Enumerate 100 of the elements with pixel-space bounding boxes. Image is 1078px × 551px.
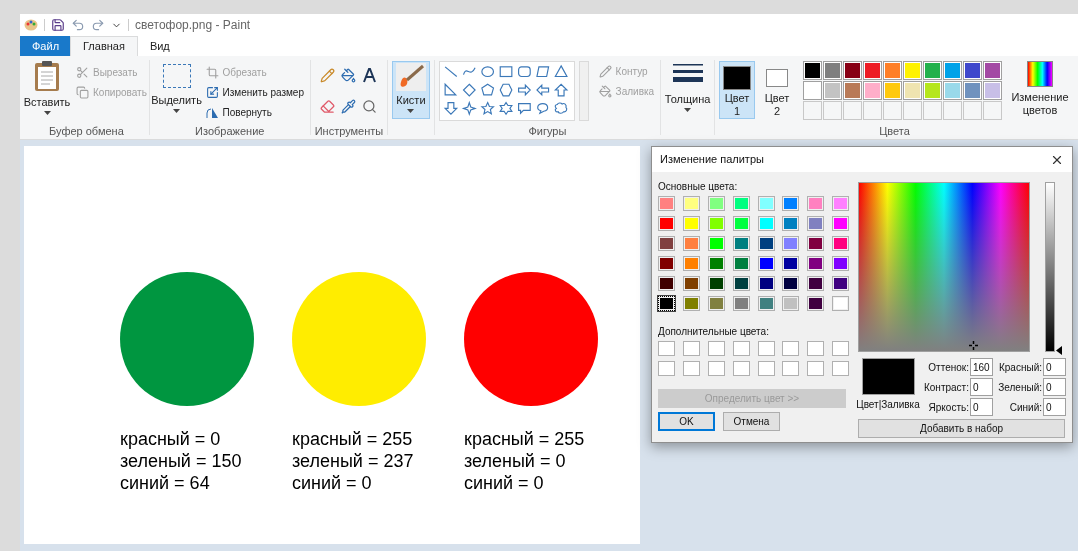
paste-button[interactable]: Вставить xyxy=(24,60,70,123)
custom-color-slot[interactable] xyxy=(782,341,800,356)
select-button[interactable]: Выделить xyxy=(153,60,200,123)
color-swatch[interactable] xyxy=(832,276,850,291)
color-swatch[interactable] xyxy=(832,196,850,211)
color-swatch[interactable] xyxy=(963,61,982,80)
custom-color-slot[interactable] xyxy=(682,341,700,356)
color-swatch[interactable] xyxy=(707,256,725,271)
color-swatch[interactable] xyxy=(807,216,825,231)
ok-button[interactable]: OK xyxy=(658,412,715,431)
number-field[interactable]: 0 xyxy=(1043,398,1066,416)
number-field[interactable]: 160 xyxy=(969,358,993,376)
custom-color-slot[interactable] xyxy=(757,341,775,356)
color-picker-icon[interactable] xyxy=(341,99,357,115)
color-swatch[interactable] xyxy=(963,81,982,100)
color-swatch[interactable] xyxy=(707,276,725,291)
thickness-button[interactable]: Толщина xyxy=(664,61,711,112)
color-swatch[interactable] xyxy=(807,256,825,271)
color-swatch[interactable] xyxy=(682,296,700,311)
paint-logo-icon[interactable] xyxy=(24,18,38,32)
custom-color-slot[interactable] xyxy=(782,361,800,376)
color-swatch[interactable] xyxy=(883,61,902,80)
color-swatch[interactable] xyxy=(832,236,850,251)
number-field[interactable]: 0 xyxy=(969,398,993,416)
ribbon-button[interactable]: Изменить размер xyxy=(203,82,306,102)
color-swatch[interactable] xyxy=(732,256,750,271)
color-swatch[interactable] xyxy=(658,256,675,271)
number-field[interactable]: 0 xyxy=(1043,358,1066,376)
color-swatch[interactable] xyxy=(883,81,902,100)
color-swatch[interactable] xyxy=(732,276,750,291)
custom-color-slot[interactable] xyxy=(732,341,750,356)
color-swatch[interactable] xyxy=(983,61,1002,80)
shapes-gallery-drawing[interactable] xyxy=(438,61,575,121)
color-swatch[interactable] xyxy=(682,256,700,271)
redo-icon[interactable] xyxy=(91,18,105,32)
color-swatch[interactable] xyxy=(757,276,775,291)
save-icon[interactable] xyxy=(51,18,65,32)
custom-color-slot[interactable] xyxy=(707,361,725,376)
custom-color-slot[interactable] xyxy=(732,361,750,376)
magnifier-icon[interactable] xyxy=(362,99,378,115)
custom-color-slot[interactable] xyxy=(807,361,825,376)
pencil-icon[interactable] xyxy=(320,68,336,83)
color-swatch[interactable] xyxy=(658,276,675,291)
gallery-scrollbar[interactable] xyxy=(578,61,589,121)
color-swatch[interactable] xyxy=(782,236,800,251)
custom-color-slot[interactable] xyxy=(682,361,700,376)
edit-colors-button[interactable]: Изменение цветов xyxy=(1010,61,1070,123)
color-swatch[interactable] xyxy=(803,61,822,80)
slider-arrow-icon[interactable] xyxy=(1056,346,1062,355)
color-swatch[interactable] xyxy=(832,296,850,311)
color-swatch[interactable] xyxy=(863,61,882,80)
color-swatch[interactable] xyxy=(832,256,850,271)
ribbon-tab[interactable]: Вид xyxy=(137,36,182,56)
cancel-button[interactable]: Отмена xyxy=(723,412,780,431)
color-swatch[interactable] xyxy=(943,81,962,100)
color-swatch[interactable] xyxy=(782,296,800,311)
color-swatch[interactable] xyxy=(732,296,750,311)
color-swatch[interactable] xyxy=(757,236,775,251)
color-swatch[interactable] xyxy=(682,196,700,211)
color-swatch[interactable] xyxy=(707,216,725,231)
color-swatch[interactable] xyxy=(782,196,800,211)
color-swatch[interactable] xyxy=(807,236,825,251)
custom-color-slot[interactable] xyxy=(832,361,850,376)
color-swatch[interactable] xyxy=(682,236,700,251)
add-to-custom-colors-button[interactable]: Добавить в набор xyxy=(858,419,1065,438)
color-selector-button[interactable]: Цвет 1 xyxy=(719,61,755,119)
ribbon-button[interactable]: Повернуть xyxy=(203,102,306,122)
color-selector-button[interactable]: Цвет 2 xyxy=(759,61,795,119)
undo-icon[interactable] xyxy=(71,18,85,32)
drawing-canvas[interactable]: красный = 0 зеленый = 150 синий = 64 красный = 255 зеленый = 237 синий = 0 красный = 255 зеленый = 0 синий = 0 xyxy=(24,146,640,544)
color-swatch[interactable] xyxy=(823,61,842,80)
color-swatch[interactable] xyxy=(782,256,800,271)
eraser-icon[interactable] xyxy=(320,99,336,115)
color-swatch[interactable] xyxy=(923,81,942,100)
color-swatch[interactable] xyxy=(923,61,942,80)
color-swatch[interactable] xyxy=(807,296,825,311)
color-swatch[interactable] xyxy=(782,276,800,291)
color-swatch[interactable] xyxy=(732,236,750,251)
color-spectrum[interactable] xyxy=(858,182,1030,352)
color-swatch[interactable] xyxy=(843,81,862,100)
color-swatch[interactable] xyxy=(707,296,725,311)
color-swatch[interactable] xyxy=(757,256,775,271)
luminance-bar[interactable] xyxy=(1045,182,1055,352)
color-swatch[interactable] xyxy=(782,216,800,231)
color-swatch[interactable] xyxy=(658,296,675,311)
number-field[interactable]: 0 xyxy=(1043,378,1066,396)
color-swatch[interactable] xyxy=(823,81,842,100)
color-swatch[interactable] xyxy=(807,196,825,211)
custom-color-slot[interactable] xyxy=(707,341,725,356)
brushes-button[interactable]: Кисти xyxy=(391,61,430,119)
color-swatch[interactable] xyxy=(803,81,822,100)
color-swatch[interactable] xyxy=(658,196,675,211)
color-swatch[interactable] xyxy=(807,276,825,291)
color-swatch[interactable] xyxy=(682,276,700,291)
color-swatch[interactable] xyxy=(682,216,700,231)
custom-color-slot[interactable] xyxy=(658,341,675,356)
color-swatch[interactable] xyxy=(903,81,922,100)
crosshair-icon[interactable] xyxy=(969,341,978,350)
color-swatch[interactable] xyxy=(863,81,882,100)
color-swatch[interactable] xyxy=(707,236,725,251)
